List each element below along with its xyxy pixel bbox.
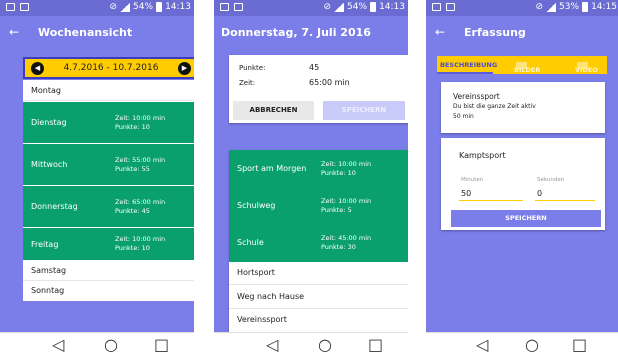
status-bar: ⊘ 54% 14:13: [214, 0, 408, 16]
form-title: Kamptsport: [459, 151, 506, 160]
day-summary-card: Punkte: 45 Zeit: 65:00 min ABBRECHEN SPE…: [229, 55, 408, 123]
clock: 14:13: [165, 2, 191, 12]
recents-nav-icon[interactable]: □: [572, 335, 587, 352]
day-item-freitag[interactable]: Freitag Zeit: 10:00 min Punkte: 10: [23, 228, 194, 260]
signal-icon: [120, 2, 131, 12]
page-title: Donnerstag, 7. Juli 2016: [221, 26, 371, 39]
back-arrow-icon[interactable]: ←: [435, 25, 445, 39]
save-button[interactable]: SPEICHERN: [451, 210, 601, 227]
tab-video[interactable]: VIDEO: [575, 61, 598, 74]
prev-week-icon[interactable]: ◀: [31, 62, 44, 75]
list-item[interactable]: Schulweg Zeit: 10:00 min Punkte: 5: [229, 188, 408, 224]
desc-duration: 50 min: [453, 113, 474, 120]
home-nav-icon[interactable]: ○: [104, 335, 118, 352]
back-nav-icon[interactable]: ◁: [476, 335, 488, 352]
tab-bar: BESCHREIBUNG BILDER VIDEO: [437, 56, 607, 74]
back-nav-icon[interactable]: ◁: [52, 335, 64, 352]
alarm-icon: ⊘: [323, 2, 332, 12]
alarm-icon: ⊘: [535, 2, 544, 12]
nav-bar: ◁ ○ □: [214, 332, 408, 352]
week-selector: ◀ 4.7.2016 - 10.7.2016 ▶: [23, 57, 194, 79]
battery-percent: 54%: [347, 2, 368, 12]
activity-list: Sport am Morgen Zeit: 10:00 min Punkte: 10…: [229, 150, 408, 332]
battery-icon: [370, 2, 377, 12]
time-label: Zeit:: [239, 79, 256, 87]
day-list: Montag Dienstag Zeit: 10:00 min Punkte: 10…: [23, 80, 194, 301]
battery-percent: 54%: [133, 2, 154, 12]
tab-indicator: [437, 72, 493, 74]
next-week-icon[interactable]: ▶: [178, 62, 191, 75]
signal-icon: [546, 2, 557, 12]
screen-entry: ⊘ 53% 14:15 ← Erfassung BESCHREIBUNG BILDE…: [426, 0, 618, 352]
cancel-button[interactable]: ABBRECHEN: [233, 101, 314, 120]
screen-day-detail: ⊘ 54% 14:13 Donnerstag, 7. Juli 2016 Punkt…: [214, 0, 408, 352]
time-value: 65:00 min: [309, 78, 350, 87]
alarm-icon: ⊘: [109, 2, 118, 12]
app-bar: ← Wochenansicht: [0, 16, 194, 50]
points-label: Punkte:: [239, 64, 266, 72]
android-icon: [234, 3, 243, 11]
back-arrow-icon[interactable]: ←: [9, 25, 19, 39]
page-title: Erfassung: [464, 26, 526, 39]
image-icon: [432, 3, 441, 11]
tab-bilder[interactable]: BILDER: [514, 61, 540, 74]
battery-icon: [156, 2, 163, 12]
minutes-input[interactable]: 50: [459, 189, 523, 201]
screen-week-view: ⊘ 54% 14:13 ← Wochenansicht ◀ 4.7.2016 - 1…: [0, 0, 194, 352]
day-item-samstag[interactable]: Samstag: [23, 260, 194, 281]
status-bar: ⊘ 53% 14:15: [426, 0, 618, 16]
points-value: 45: [309, 63, 320, 72]
image-icon: [220, 3, 229, 11]
list-item[interactable]: Vereinssport: [229, 309, 408, 332]
day-item-sonntag[interactable]: Sonntag: [23, 281, 194, 301]
nav-bar: ◁ ○ □: [426, 332, 618, 352]
description-card: Vereinssport Du bist die ganze Zeit akti…: [441, 82, 605, 133]
list-item[interactable]: Hortsport: [229, 262, 408, 285]
page-title: Wochenansicht: [38, 26, 133, 39]
list-item[interactable]: Weg nach Hause: [229, 285, 408, 309]
home-nav-icon[interactable]: ○: [525, 335, 539, 352]
recents-nav-icon[interactable]: □: [154, 335, 169, 352]
image-icon: [6, 3, 15, 11]
day-item-mittwoch[interactable]: Mittwoch Zeit: 55:00 min Punkte: 55: [23, 144, 194, 185]
signal-icon: [334, 2, 345, 12]
recents-nav-icon[interactable]: □: [368, 335, 383, 352]
app-bar: ← Erfassung: [426, 16, 618, 50]
clock: 14:13: [379, 2, 405, 12]
day-item-montag[interactable]: Montag: [23, 80, 194, 101]
day-item-donnerstag[interactable]: Donnerstag Zeit: 65:00 min Punkte: 45: [23, 186, 194, 227]
seconds-input[interactable]: 0: [535, 189, 595, 201]
android-icon: [446, 3, 455, 11]
nav-bar: ◁ ○ □: [0, 332, 194, 352]
minutes-label: Minuten: [461, 177, 484, 183]
week-range: 4.7.2016 - 10.7.2016: [63, 63, 159, 73]
entry-form-card: Kamptsport Minuten 50 Sekunden 0 SPEICHE…: [441, 138, 605, 230]
home-nav-icon[interactable]: ○: [318, 335, 332, 352]
seconds-label: Sekunden: [537, 177, 565, 183]
desc-line: Du bist die ganze Zeit aktiv: [453, 103, 536, 110]
save-button[interactable]: SPEICHERN: [323, 101, 405, 120]
back-nav-icon[interactable]: ◁: [266, 335, 278, 352]
day-item-dienstag[interactable]: Dienstag Zeit: 10:00 min Punkte: 10: [23, 102, 194, 143]
list-item[interactable]: Sport am Morgen Zeit: 10:00 min Punkte: 10: [229, 150, 408, 188]
desc-title: Vereinssport: [453, 92, 500, 101]
status-bar: ⊘ 54% 14:13: [0, 0, 194, 16]
battery-percent: 53%: [559, 2, 580, 12]
list-item[interactable]: Schule Zeit: 45:00 min Punkte: 30: [229, 224, 408, 262]
battery-icon: [582, 2, 589, 12]
video-icon: [577, 61, 588, 69]
image-icon: [516, 61, 527, 69]
android-icon: [20, 3, 29, 11]
clock: 14:15: [591, 2, 617, 12]
tab-beschreibung[interactable]: BESCHREIBUNG: [440, 61, 497, 69]
app-bar: Donnerstag, 7. Juli 2016: [214, 16, 408, 50]
